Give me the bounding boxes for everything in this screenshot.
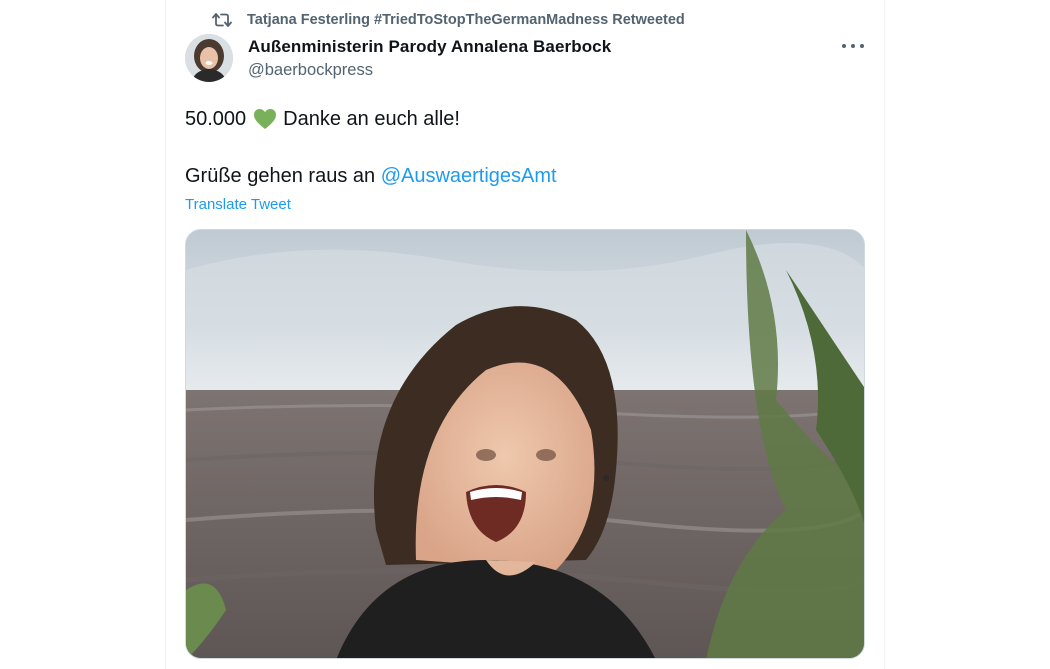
- retweet-label[interactable]: Tatjana Festerling #TriedToStopTheGerman…: [247, 12, 685, 28]
- thanks-text: Danke an euch alle!: [283, 108, 460, 130]
- dot: [851, 44, 855, 48]
- tweet-text-line: Grüße gehen raus an @AuswaertigesAmt: [185, 164, 845, 188]
- translate-tweet-link[interactable]: Translate Tweet: [185, 196, 291, 213]
- tweet-photo[interactable]: [185, 229, 865, 659]
- tweet-text-line: 50.000 Danke an euch alle!: [185, 107, 845, 131]
- author-handle[interactable]: @baerbockpress: [248, 61, 373, 80]
- green-heart-icon: [253, 108, 277, 130]
- more-options-icon[interactable]: [842, 38, 864, 54]
- dot: [842, 44, 846, 48]
- mention-link[interactable]: @AuswaertigesAmt: [381, 165, 557, 187]
- dot: [860, 44, 864, 48]
- greeting-text: Grüße gehen raus an: [185, 165, 381, 187]
- avatar[interactable]: [185, 34, 233, 82]
- count-text: 50.000: [185, 108, 247, 130]
- retweet-context[interactable]: Tatjana Festerling #TriedToStopTheGerman…: [212, 11, 685, 29]
- retweet-icon: [212, 11, 232, 29]
- author-name[interactable]: Außenministerin Parody Annalena Baerbock: [248, 37, 611, 57]
